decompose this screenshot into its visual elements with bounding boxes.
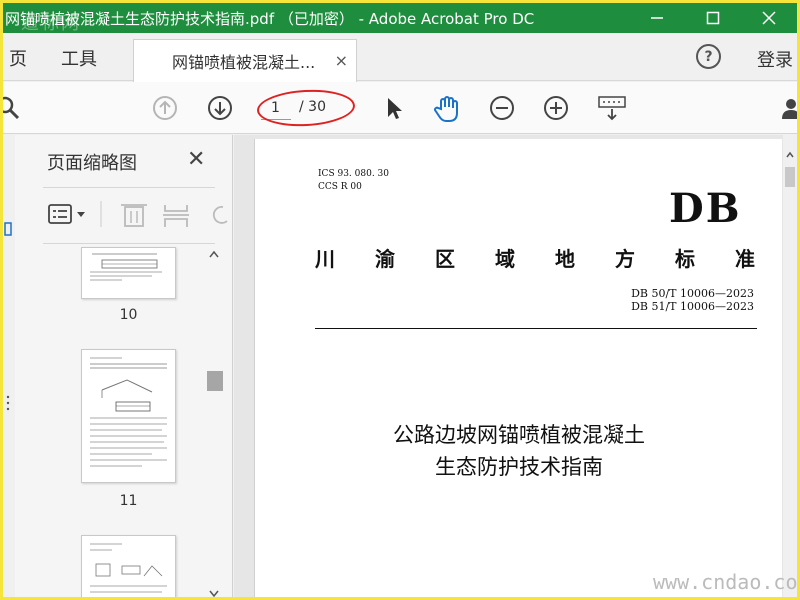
help-button[interactable]: ? [696, 44, 721, 69]
tab-home[interactable]: 页 [9, 45, 27, 71]
thumbnail-page-12[interactable] [81, 535, 176, 597]
zoom-out-icon[interactable] [489, 95, 515, 121]
site-watermark: www.cndao.com [653, 570, 800, 594]
thumbnail-content [90, 357, 167, 467]
tab-document[interactable]: 网锚喷植被混凝土... × [133, 39, 357, 82]
panel-toolbar [43, 197, 233, 233]
std-num-line: DB 51/T 10006—2023 [631, 300, 754, 313]
left-nav-strip [3, 135, 15, 597]
standard-char: 渝 [375, 247, 395, 271]
tab-tools[interactable]: 工具 [61, 45, 97, 71]
standard-char: 地 [555, 247, 575, 271]
ics-code: ICS 93. 080. 30 CCS R 00 [318, 168, 389, 194]
ccs-line: CCS R 00 [318, 182, 362, 192]
standard-char: 方 [615, 247, 635, 271]
zoom-in-icon[interactable] [543, 95, 569, 121]
thumbnail-scrollbar[interactable] [205, 247, 223, 597]
standard-char: 标 [675, 247, 695, 271]
divider [43, 187, 215, 188]
scroll-thumb [207, 371, 223, 391]
scroll-up-icon [209, 250, 219, 258]
keyboard-icon[interactable] [597, 95, 627, 121]
pdf-page: ICS 93. 080. 30 CCS R 00 DB 川 渝 区 域 地 方 … [254, 139, 782, 597]
minimize-icon [651, 17, 663, 19]
standard-char: 域 [495, 247, 515, 271]
nav-icons [4, 222, 12, 411]
help-icon: ? [704, 48, 713, 65]
delete-page-icon [121, 204, 147, 227]
close-icon [762, 11, 776, 25]
document-scrollbar[interactable] [783, 135, 797, 597]
window-title: 网锚喷植被混凝土生态防护技术指南.pdf （已加密） - Adobe Acrob… [5, 9, 535, 28]
doc-tab-label: 网锚喷植被混凝土... [172, 53, 316, 72]
user-icon[interactable] [781, 95, 797, 121]
document-view: ICS 93. 080. 30 CCS R 00 DB 川 渝 区 域 地 方 … [234, 135, 797, 597]
tab-close-button[interactable]: × [335, 51, 348, 70]
tab-bar: 页 工具 网锚喷植被混凝土... × ? 登录 [3, 33, 797, 82]
extract-page-icon [163, 205, 189, 227]
standard-char: 准 [735, 247, 755, 271]
standard-char: 川 [315, 247, 335, 271]
page-total-label: / 30 [299, 99, 326, 115]
select-arrow-icon[interactable] [381, 95, 407, 121]
std-num-line: DB 50/T 10006—2023 [631, 287, 754, 300]
prev-page-icon[interactable] [152, 95, 178, 121]
maximize-icon [706, 11, 720, 25]
scroll-thumb [785, 167, 795, 187]
thumbnail-label: 10 [119, 307, 138, 323]
panel-title: 页面缩略图 [47, 153, 137, 174]
thumbnail-page-11[interactable] [81, 349, 176, 483]
thumbnail-panel: 页面缩略图 ✕ 10 11 [15, 135, 233, 597]
search-icon[interactable] [3, 95, 21, 121]
divider [43, 243, 215, 244]
panel-close-button[interactable]: ✕ [187, 147, 205, 172]
thumbnail-page-10[interactable] [81, 247, 176, 299]
options-menu-icon [48, 204, 85, 224]
doc-heading-line1: 公路边坡网锚喷植被混凝土 [393, 423, 645, 447]
thumbnail-content [90, 253, 162, 281]
standard-char: 区 [435, 247, 455, 271]
divider-rule [315, 328, 757, 329]
scroll-down-icon [209, 590, 219, 597]
doc-heading-line2: 生态防护技术指南 [435, 455, 603, 479]
maximize-button[interactable] [685, 3, 741, 33]
thumbnail-label: 11 [119, 493, 138, 509]
hand-tool-icon[interactable] [433, 95, 459, 122]
db-mark: DB [669, 185, 742, 232]
app-window: 网锚喷植被混凝土生态防护技术指南.pdf （已加密） - Adobe Acrob… [0, 0, 800, 600]
rotate-page-icon [212, 206, 228, 224]
next-page-icon[interactable] [207, 95, 233, 121]
close-window-button[interactable] [741, 3, 797, 33]
title-bar: 网锚喷植被混凝土生态防护技术指南.pdf （已加密） - Adobe Acrob… [3, 3, 797, 33]
scroll-up-icon [786, 151, 794, 158]
toolbar: / 30 [3, 82, 797, 134]
standard-number: DB 50/T 10006—2023 DB 51/T 10006—2023 [631, 287, 754, 313]
minimize-button[interactable] [629, 3, 685, 33]
page-number-input[interactable] [261, 96, 291, 120]
login-button[interactable]: 登录 [757, 46, 793, 72]
thumbnail-content [90, 543, 167, 593]
ics-line: ICS 93. 080. 30 [318, 169, 389, 179]
standard-title: 川 渝 区 域 地 方 标 准 [315, 243, 755, 272]
